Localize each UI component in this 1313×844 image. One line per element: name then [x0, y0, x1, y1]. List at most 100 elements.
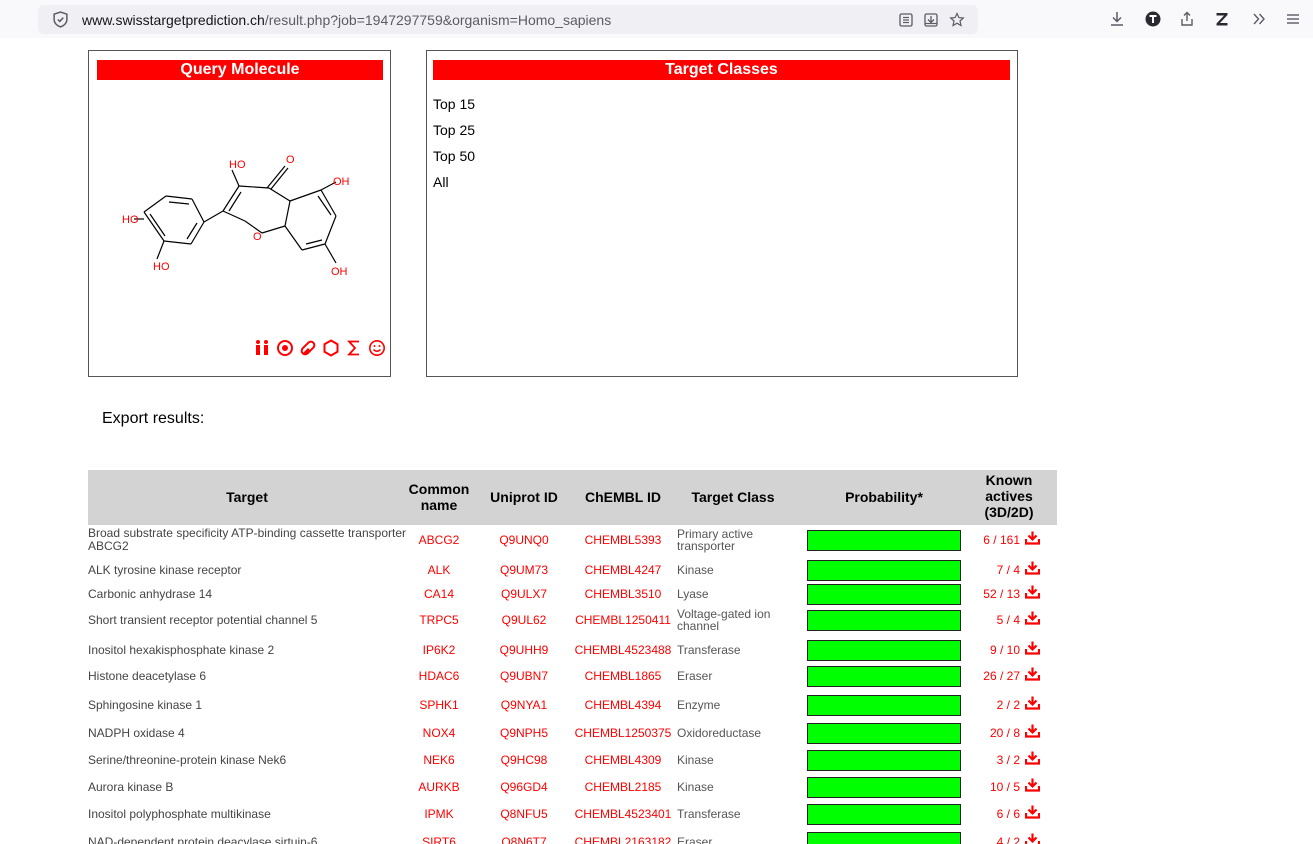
chembl-id-link[interactable]: CHEMBL2185 — [568, 780, 678, 794]
uniprot-id-link[interactable]: Q9ULX7 — [484, 587, 564, 601]
save-to-pocket-icon[interactable] — [923, 12, 939, 28]
target-name[interactable]: Short transient receptor potential chann… — [88, 614, 406, 627]
uniprot-id-link[interactable]: Q9UBN7 — [484, 669, 564, 683]
target-name[interactable]: Aurora kinase B — [88, 781, 406, 794]
chembl-id-link[interactable]: CHEMBL2163182 — [568, 835, 678, 844]
target-classes-all[interactable]: All — [433, 174, 449, 190]
download-icon[interactable] — [1025, 611, 1040, 625]
uniprot-id-link[interactable]: Q9NPH5 — [484, 726, 564, 740]
target-classes-top-15[interactable]: Top 15 — [433, 96, 475, 112]
reader-view-icon[interactable] — [898, 12, 914, 28]
target-name[interactable]: Inositol polyphosphate multikinase — [88, 808, 406, 821]
known-actives-link[interactable]: 9 / 10 — [968, 643, 1020, 657]
compare-icon[interactable] — [252, 338, 272, 358]
known-actives-link[interactable]: 4 / 2 — [968, 835, 1020, 844]
uniprot-id-link[interactable]: Q8N6T7 — [484, 835, 564, 844]
download-icon[interactable] — [1025, 751, 1040, 765]
target-name[interactable]: ALK tyrosine kinase receptor — [88, 564, 406, 577]
known-actives-link[interactable]: 10 / 5 — [968, 780, 1020, 794]
chembl-id-link[interactable]: CHEMBL4523488 — [568, 643, 678, 657]
target-name[interactable]: NAD-dependent protein deacylase sirtuin-… — [88, 836, 406, 844]
uniprot-id-link[interactable]: Q9HC98 — [484, 753, 564, 767]
uniprot-id-link[interactable]: Q8NFU5 — [484, 807, 564, 821]
target-name[interactable]: Histone deacetylase 6 — [88, 670, 406, 683]
bookmark-star-icon[interactable] — [949, 12, 965, 28]
header-chembl-id[interactable]: ChEMBL ID — [568, 489, 678, 505]
menu-icon[interactable] — [1284, 10, 1302, 28]
target-name[interactable]: Serine/threonine-protein kinase Nek6 — [88, 754, 406, 767]
common-name-link[interactable]: ALK — [406, 563, 472, 577]
download-icon[interactable] — [1025, 696, 1040, 710]
target-classes-top-50[interactable]: Top 50 — [433, 148, 475, 164]
common-name-link[interactable]: TRPC5 — [406, 613, 472, 627]
download-icon[interactable] — [1025, 641, 1040, 655]
target-name[interactable]: Inositol hexakisphosphate kinase 2 — [88, 644, 406, 657]
known-actives-link[interactable]: 2 / 2 — [968, 698, 1020, 712]
common-name-link[interactable]: SPHK1 — [406, 698, 472, 712]
target-icon[interactable] — [275, 338, 295, 358]
zotero-icon[interactable] — [1213, 10, 1231, 28]
uniprot-id-link[interactable]: Q9NYA1 — [484, 698, 564, 712]
chembl-id-link[interactable]: CHEMBL1250411 — [568, 613, 678, 627]
url-text[interactable]: www.swisstargetprediction.ch/result.php?… — [82, 12, 611, 28]
chembl-id-link[interactable]: CHEMBL1865 — [568, 669, 678, 683]
download-icon[interactable] — [1025, 805, 1040, 819]
known-actives-link[interactable]: 6 / 161 — [968, 533, 1020, 547]
chembl-id-link[interactable]: CHEMBL3510 — [568, 587, 678, 601]
download-icon[interactable] — [1025, 667, 1040, 681]
common-name-link[interactable]: CA14 — [406, 587, 472, 601]
uniprot-id-link[interactable]: Q9UM73 — [484, 563, 564, 577]
uniprot-id-link[interactable]: Q96GD4 — [484, 780, 564, 794]
target-name[interactable]: Sphingosine kinase 1 — [88, 699, 406, 712]
target-classes-top-25[interactable]: Top 25 — [433, 122, 475, 138]
header-common-name[interactable]: Common name — [406, 481, 472, 513]
known-actives-link[interactable]: 3 / 2 — [968, 753, 1020, 767]
common-name-link[interactable]: NEK6 — [406, 753, 472, 767]
extension-t-icon[interactable] — [1144, 10, 1162, 28]
common-name-link[interactable]: HDAC6 — [406, 669, 472, 683]
chembl-id-link[interactable]: CHEMBL1250375 — [568, 726, 678, 740]
known-actives-link[interactable]: 5 / 4 — [968, 613, 1020, 627]
known-actives-link[interactable]: 7 / 4 — [968, 563, 1020, 577]
chembl-id-link[interactable]: CHEMBL4309 — [568, 753, 678, 767]
download-icon[interactable] — [1025, 531, 1040, 545]
chembl-id-link[interactable]: CHEMBL4247 — [568, 563, 678, 577]
header-uniprot-id[interactable]: Uniprot ID — [484, 489, 564, 505]
downloads-icon[interactable] — [1108, 10, 1126, 28]
chembl-id-link[interactable]: CHEMBL4394 — [568, 698, 678, 712]
share-icon[interactable] — [1178, 10, 1196, 28]
chembl-id-link[interactable]: CHEMBL4523401 — [568, 807, 678, 821]
download-icon[interactable] — [1025, 561, 1040, 575]
target-name[interactable]: NADPH oxidase 4 — [88, 727, 406, 740]
target-name[interactable]: Broad substrate specificity ATP-binding … — [88, 527, 406, 553]
common-name-link[interactable]: NOX4 — [406, 726, 472, 740]
download-icon[interactable] — [1025, 585, 1040, 599]
download-icon[interactable] — [1025, 778, 1040, 792]
common-name-link[interactable]: AURKB — [406, 780, 472, 794]
header-probability[interactable]: Probability* — [807, 489, 961, 505]
sigma-icon[interactable] — [344, 338, 364, 358]
overflow-chevron-icon[interactable] — [1250, 10, 1268, 28]
header-target[interactable]: Target — [88, 489, 406, 505]
uniprot-id-link[interactable]: Q9UNQ0 — [484, 533, 564, 547]
common-name-link[interactable]: SIRT6 — [406, 835, 472, 844]
uniprot-id-link[interactable]: Q9UHH9 — [484, 643, 564, 657]
common-name-link[interactable]: IP6K2 — [406, 643, 472, 657]
download-icon[interactable] — [1025, 833, 1040, 844]
header-known-actives[interactable]: Known actives (3D/2D) — [968, 472, 1050, 520]
address-bar[interactable]: www.swisstargetprediction.ch/result.php?… — [38, 5, 978, 34]
chembl-id-link[interactable]: CHEMBL5393 — [568, 533, 678, 547]
header-target-class[interactable]: Target Class — [677, 489, 789, 505]
known-actives-link[interactable]: 6 / 6 — [968, 807, 1020, 821]
known-actives-link[interactable]: 52 / 13 — [968, 587, 1020, 601]
shield-icon[interactable] — [52, 11, 69, 28]
export-results-label[interactable]: Export results: — [102, 410, 204, 428]
hexagon-icon[interactable] — [321, 338, 341, 358]
common-name-link[interactable]: IPMK — [406, 807, 472, 821]
pill-icon[interactable] — [298, 338, 318, 358]
known-actives-link[interactable]: 20 / 8 — [968, 726, 1020, 740]
smiley-icon[interactable] — [367, 338, 387, 358]
target-name[interactable]: Carbonic anhydrase 14 — [88, 588, 406, 601]
common-name-link[interactable]: ABCG2 — [406, 533, 472, 547]
known-actives-link[interactable]: 26 / 27 — [968, 669, 1020, 683]
